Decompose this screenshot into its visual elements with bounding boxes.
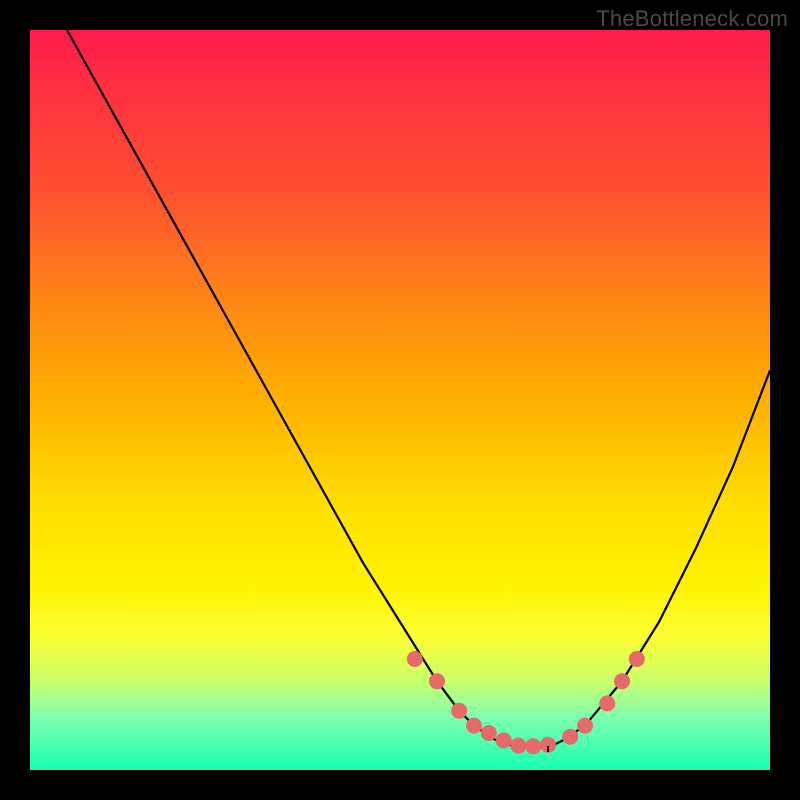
marker-dot [407, 651, 423, 667]
chart-svg [30, 30, 770, 770]
marker-group [407, 651, 645, 754]
marker-dot [562, 729, 578, 745]
marker-dot [525, 738, 541, 754]
marker-dot [629, 651, 645, 667]
marker-dot [429, 673, 445, 689]
marker-dot [451, 703, 467, 719]
marker-dot [466, 718, 482, 734]
marker-dot [496, 732, 512, 748]
marker-dot [510, 738, 526, 754]
bottleneck-curve [67, 30, 770, 748]
watermark-text: TheBottleneck.com [596, 6, 788, 32]
marker-dot [599, 695, 615, 711]
marker-dot [577, 718, 593, 734]
marker-dot [481, 725, 497, 741]
marker-dot [614, 673, 630, 689]
